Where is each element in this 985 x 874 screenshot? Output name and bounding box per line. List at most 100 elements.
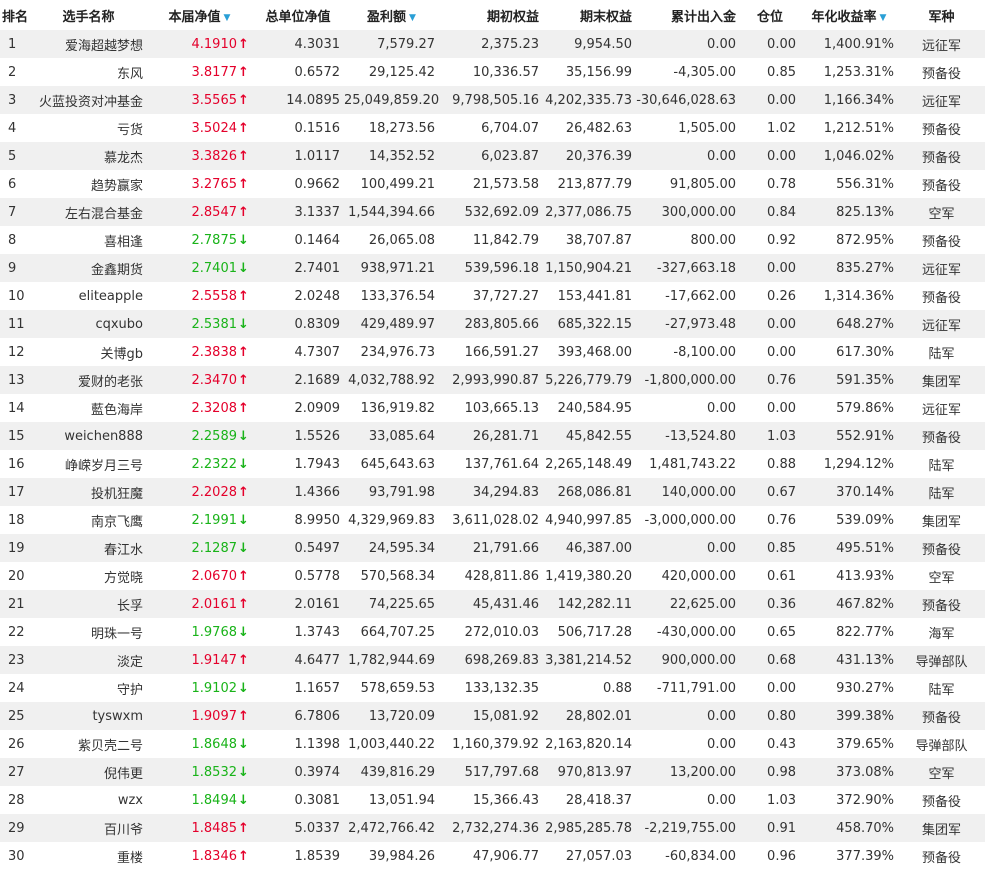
end-equity-cell: 4,202,335.73 bbox=[543, 86, 636, 114]
end-equity-cell: 970,813.97 bbox=[543, 758, 636, 786]
table-row: 30 重楼 1.8346↑ 1.8539 39,984.26 47,906.77 27,05… bbox=[0, 842, 985, 870]
player-name-link[interactable]: wzx bbox=[30, 786, 147, 814]
arrow-down-icon: ↓ bbox=[238, 232, 249, 248]
total-nav-cell: 1.7943 bbox=[252, 450, 344, 478]
player-name-link[interactable]: 左右混合基金 bbox=[30, 198, 147, 226]
nav-cell: 2.1287↓ bbox=[147, 534, 252, 562]
player-name-link[interactable]: 爱财的老张 bbox=[30, 366, 147, 394]
total-nav-cell: 5.0337 bbox=[252, 814, 344, 842]
player-name-link[interactable]: 藍色海岸 bbox=[30, 394, 147, 422]
nav-value: 2.2028 bbox=[191, 484, 238, 500]
arrow-up-icon: ↑ bbox=[238, 36, 249, 52]
profit-cell: 26,065.08 bbox=[344, 226, 439, 254]
army-cell: 导弹部队 bbox=[898, 730, 985, 758]
army-cell: 集团军 bbox=[898, 814, 985, 842]
player-name-link[interactable]: 长孚 bbox=[30, 590, 147, 618]
net-flow-cell: 0.00 bbox=[636, 142, 740, 170]
header-nav-sortable[interactable]: 本届净值 ▼ bbox=[147, 0, 252, 30]
player-name-link[interactable]: 淡定 bbox=[30, 646, 147, 674]
header-annual-return-sortable[interactable]: 年化收益率 ▼ bbox=[800, 0, 898, 30]
player-name-link[interactable]: 趋势赢家 bbox=[30, 170, 147, 198]
profit-cell: 234,976.73 bbox=[344, 338, 439, 366]
annual-return-cell: 370.14% bbox=[800, 478, 898, 506]
header-end-equity-label: 期末权益 bbox=[579, 9, 632, 25]
sort-down-triangle-icon[interactable]: ▼ bbox=[409, 13, 416, 23]
player-name-link[interactable]: eliteapple bbox=[30, 282, 147, 310]
nav-cell: 1.8485↑ bbox=[147, 814, 252, 842]
position-cell: 0.36 bbox=[740, 590, 800, 618]
player-name-link[interactable]: 峥嵘岁月三号 bbox=[30, 450, 147, 478]
annual-return-cell: 377.39% bbox=[800, 842, 898, 870]
nav-cell: 2.2589↓ bbox=[147, 422, 252, 450]
rank-cell: 30 bbox=[0, 842, 30, 870]
header-end-equity: 期末权益 bbox=[543, 0, 636, 30]
arrow-up-icon: ↑ bbox=[238, 372, 249, 388]
profit-cell: 1,782,944.69 bbox=[344, 646, 439, 674]
arrow-up-icon: ↑ bbox=[238, 820, 249, 836]
player-name-link[interactable]: 慕龙杰 bbox=[30, 142, 147, 170]
net-flow-cell: -327,663.18 bbox=[636, 254, 740, 282]
player-name-link[interactable]: 方觉晓 bbox=[30, 562, 147, 590]
net-flow-cell: 22,625.00 bbox=[636, 590, 740, 618]
player-name-link[interactable]: 明珠一号 bbox=[30, 618, 147, 646]
arrow-down-icon: ↓ bbox=[238, 456, 249, 472]
net-flow-cell: -8,100.00 bbox=[636, 338, 740, 366]
end-equity-cell: 9,954.50 bbox=[543, 30, 636, 58]
nav-value: 2.2322 bbox=[191, 456, 238, 472]
annual-return-cell: 822.77% bbox=[800, 618, 898, 646]
table-row: 8 喜相逢 2.7875↓ 0.1464 26,065.08 11,842.79 38,70… bbox=[0, 226, 985, 254]
table-row: 5 慕龙杰 3.3826↑ 1.0117 14,352.52 6,023.87 20,376… bbox=[0, 142, 985, 170]
profit-cell: 14,352.52 bbox=[344, 142, 439, 170]
nav-value: 1.9147 bbox=[191, 652, 238, 668]
profit-cell: 645,643.63 bbox=[344, 450, 439, 478]
player-name-link[interactable]: 亏货 bbox=[30, 114, 147, 142]
player-name-link[interactable]: 南京飞鹰 bbox=[30, 506, 147, 534]
position-cell: 0.00 bbox=[740, 310, 800, 338]
position-cell: 0.85 bbox=[740, 58, 800, 86]
player-name-link[interactable]: weichen888 bbox=[30, 422, 147, 450]
player-name-link[interactable]: 喜相逢 bbox=[30, 226, 147, 254]
rank-cell: 24 bbox=[0, 674, 30, 702]
player-name-link[interactable]: 倪伟更 bbox=[30, 758, 147, 786]
header-rank: 排名 bbox=[0, 0, 30, 30]
table-row: 4 亏货 3.5024↑ 0.1516 18,273.56 6,704.07 26,482.… bbox=[0, 114, 985, 142]
player-name-link[interactable]: tyswxm bbox=[30, 702, 147, 730]
nav-value: 2.1287 bbox=[191, 540, 238, 556]
army-cell: 远征军 bbox=[898, 254, 985, 282]
nav-cell: 1.9102↓ bbox=[147, 674, 252, 702]
table-row: 6 趋势赢家 3.2765↑ 0.9662 100,499.21 21,573.58 213… bbox=[0, 170, 985, 198]
sort-down-triangle-icon[interactable]: ▼ bbox=[880, 13, 887, 23]
total-nav-cell: 0.9662 bbox=[252, 170, 344, 198]
table-row: 3 火蓝投资对冲基金 3.5565↑ 14.0895 25,049,859.20 9,79… bbox=[0, 86, 985, 114]
player-name-link[interactable]: 东风 bbox=[30, 58, 147, 86]
profit-cell: 13,051.94 bbox=[344, 786, 439, 814]
player-name-link[interactable]: 爱海超越梦想 bbox=[30, 30, 147, 58]
player-name-link[interactable]: 关博gb bbox=[30, 338, 147, 366]
rank-cell: 3 bbox=[0, 86, 30, 114]
net-flow-cell: 1,505.00 bbox=[636, 114, 740, 142]
army-cell: 预备役 bbox=[898, 58, 985, 86]
position-cell: 0.76 bbox=[740, 366, 800, 394]
player-name-link[interactable]: 守护 bbox=[30, 674, 147, 702]
player-name-link[interactable]: 百川爷 bbox=[30, 814, 147, 842]
end-equity-cell: 27,057.03 bbox=[543, 842, 636, 870]
player-name-link[interactable]: 重楼 bbox=[30, 842, 147, 870]
total-nav-cell: 4.6477 bbox=[252, 646, 344, 674]
net-flow-cell: 0.00 bbox=[636, 730, 740, 758]
end-equity-cell: 5,226,779.79 bbox=[543, 366, 636, 394]
arrow-up-icon: ↑ bbox=[238, 204, 249, 220]
player-name-link[interactable]: 投机狂魔 bbox=[30, 478, 147, 506]
player-name-link[interactable]: 金鑫期货 bbox=[30, 254, 147, 282]
position-cell: 0.00 bbox=[740, 254, 800, 282]
player-name-link[interactable]: 紫贝壳二号 bbox=[30, 730, 147, 758]
rank-cell: 7 bbox=[0, 198, 30, 226]
header-profit-sortable[interactable]: 盈利额 ▼ bbox=[344, 0, 439, 30]
nav-value: 2.3838 bbox=[191, 344, 238, 360]
position-cell: 0.91 bbox=[740, 814, 800, 842]
player-name-link[interactable]: 火蓝投资对冲基金 bbox=[30, 86, 147, 114]
army-cell: 远征军 bbox=[898, 310, 985, 338]
sort-down-triangle-icon[interactable]: ▼ bbox=[224, 13, 231, 23]
nav-cell: 2.8547↑ bbox=[147, 198, 252, 226]
player-name-link[interactable]: cqxubo bbox=[30, 310, 147, 338]
player-name-link[interactable]: 春江水 bbox=[30, 534, 147, 562]
